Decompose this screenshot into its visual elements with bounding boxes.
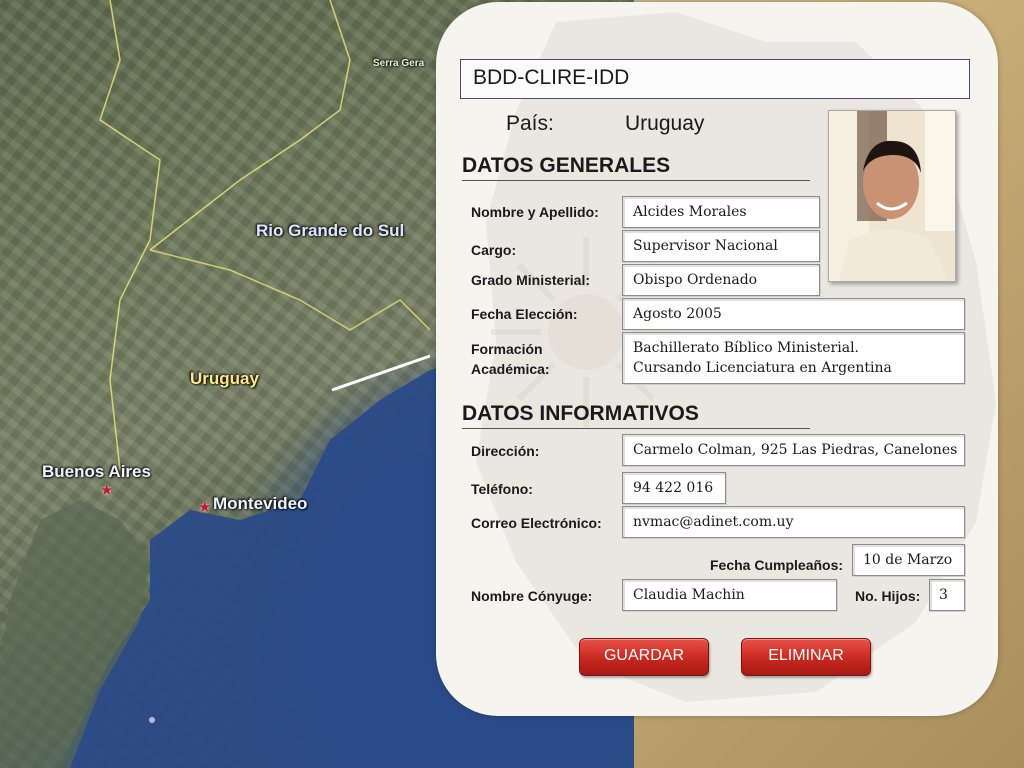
map-label-montevideo: Montevideo [213, 494, 308, 513]
education-field[interactable]: Bachillerato Bíblico Ministerial. Cursan… [622, 332, 965, 384]
education-label: Formación Académica: [471, 339, 550, 379]
education-label-line1: Formación [471, 341, 543, 357]
position-label: Cargo: [471, 242, 517, 258]
rank-label: Grado Ministerial: [471, 272, 591, 288]
country-value: Uruguay [625, 112, 705, 135]
address-field[interactable]: Carmelo Colman, 925 Las Piedras, Canelon… [622, 434, 965, 466]
birthday-label: Fecha Cumpleaños: [710, 557, 844, 573]
country-label: País: [506, 112, 554, 135]
address-label: Dirección: [471, 443, 540, 459]
email-label: Correo Electrónico: [471, 515, 602, 531]
profile-card: BDD-CLIRE-IDD País: Uruguay DATOS GENERA… [436, 2, 998, 716]
capital-star-icon: ★ [198, 498, 212, 516]
phone-field[interactable]: 94 422 016 [622, 472, 726, 504]
children-field[interactable]: 3 [929, 579, 965, 611]
spouse-field[interactable]: Claudia Machin [622, 579, 837, 611]
rank-field[interactable]: Obispo Ordenado [622, 264, 820, 296]
education-label-line2: Académica: [471, 361, 550, 377]
map-label-rio-grande: Rio Grande do Sul [256, 221, 405, 240]
section-title-generales: DATOS GENERALES [462, 154, 810, 181]
delete-button[interactable]: ELIMINAR [741, 638, 871, 676]
position-field[interactable]: Supervisor Nacional [622, 230, 820, 262]
save-button[interactable]: GUARDAR [579, 638, 709, 676]
children-label: No. Hijos: [855, 588, 921, 604]
birthday-field[interactable]: 10 de Marzo [852, 544, 965, 576]
education-line2: Cursando Licenciatura en Argentina [633, 360, 892, 376]
map-label-uruguay: Uruguay [190, 369, 259, 388]
education-line1: Bachillerato Bíblico Ministerial. [633, 340, 860, 356]
phone-label: Teléfono: [471, 481, 533, 497]
map-label-buenos-aires: Buenos Aires [42, 462, 151, 481]
election-date-label: Fecha Elección: [471, 306, 578, 322]
capital-star-icon: ★ [100, 481, 114, 499]
app-title: BDD-CLIRE-IDD [460, 59, 970, 99]
name-field[interactable]: Alcides Morales [622, 196, 820, 228]
spouse-label: Nombre Cónyuge: [471, 588, 593, 604]
email-field[interactable]: nvmac@adinet.com.uy [622, 506, 965, 538]
map-label-serra: Serra Gera [373, 58, 425, 69]
name-label: Nombre y Apellido: [471, 204, 599, 220]
election-date-field[interactable]: Agosto 2005 [622, 298, 965, 330]
profile-photo [828, 110, 956, 282]
section-title-informativos: DATOS INFORMATIVOS [462, 402, 810, 429]
